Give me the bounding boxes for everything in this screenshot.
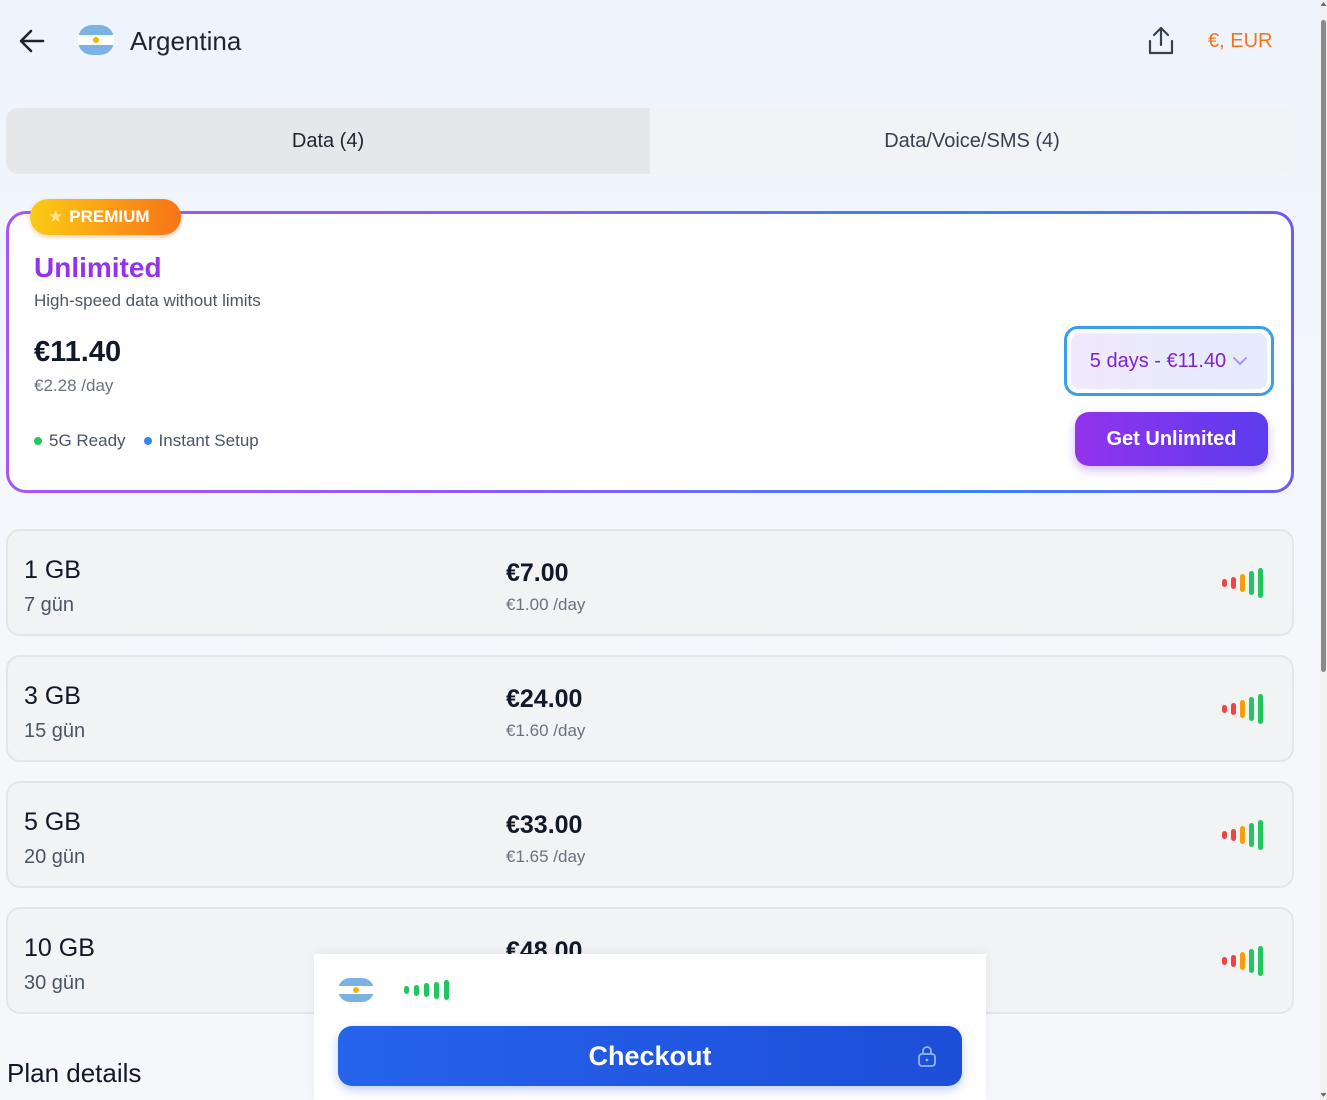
- premium-plan-per-day: €2.28 /day: [34, 376, 114, 395]
- chevron-down-icon: [1233, 357, 1248, 366]
- signal-bar: [1222, 831, 1227, 839]
- signal-bar: [1249, 571, 1254, 595]
- premium-plan-card: Unlimited High-speed data without limits…: [6, 211, 1294, 493]
- scroll-down-arrow-icon[interactable]: [1320, 1090, 1327, 1100]
- signal-bar: [1222, 957, 1227, 965]
- signal-strength-icon: [1222, 820, 1263, 850]
- plan-duration: 7 gün: [24, 594, 75, 616]
- checkout-label: Checkout: [588, 1040, 712, 1071]
- signal-bar: [1240, 952, 1245, 970]
- checkout-panel: Checkout: [314, 954, 986, 1100]
- signal-bar: [1240, 826, 1245, 844]
- signal-bar: [1240, 574, 1245, 592]
- premium-badge: ★ PREMIUM: [30, 199, 181, 235]
- signal-bar: [1240, 700, 1245, 718]
- argentina-flag: [338, 978, 374, 1002]
- arrow-left-icon: [19, 29, 45, 53]
- signal-bar: [424, 983, 429, 997]
- signal-bar: [414, 984, 419, 996]
- checkout-button[interactable]: Checkout: [338, 1026, 962, 1086]
- plan-per-day: €1.00 /day: [506, 595, 586, 614]
- signal-bar: [1231, 829, 1236, 841]
- feature-instant-setup: Instant Setup: [143, 431, 259, 451]
- duration-select-inner: 5 days - €11.40: [1071, 333, 1267, 389]
- premium-card-body: Unlimited High-speed data without limits…: [9, 214, 1291, 490]
- header-bar: Argentina €, EUR: [0, 0, 1310, 84]
- back-button[interactable]: [16, 24, 50, 58]
- plan-price: €24.00: [506, 685, 583, 713]
- plan-duration: 30 gün: [24, 972, 86, 994]
- premium-features: 5G Ready Instant Setup: [34, 431, 259, 451]
- star-icon: ★: [48, 207, 64, 226]
- plan-data-amount: 1 GB: [24, 556, 81, 584]
- plan-duration: 20 gün: [24, 846, 86, 868]
- signal-bar: [1258, 820, 1263, 850]
- scrollbar-thumb[interactable]: [1321, 20, 1326, 672]
- signal-bar: [1231, 703, 1236, 715]
- plan-price: €7.00: [506, 559, 569, 587]
- duration-select-value: 5 days - €11.40: [1089, 349, 1227, 372]
- signal-strength-icon: [1222, 568, 1263, 598]
- plan-type-tabs: Data (4) Data/Voice/SMS (4): [6, 108, 1294, 174]
- signal-strength-icon: [1222, 694, 1263, 724]
- page-title: Argentina: [130, 26, 242, 56]
- lock-icon: [918, 1046, 936, 1067]
- duration-select[interactable]: 5 days - €11.40: [1064, 326, 1274, 396]
- signal-strength-icon: [404, 980, 449, 1000]
- plan-row-1gb[interactable]: 1 GB 7 gün €7.00 €1.00 /day: [6, 529, 1294, 636]
- share-icon: [1148, 26, 1174, 55]
- plan-per-day: €1.60 /day: [506, 721, 586, 740]
- signal-bar: [1222, 705, 1227, 713]
- get-unlimited-button[interactable]: Get Unlimited: [1075, 412, 1268, 466]
- signal-bar: [1258, 568, 1263, 598]
- signal-bar: [1231, 577, 1236, 589]
- tab-data-voice-sms[interactable]: Data/Voice/SMS (4): [650, 108, 1294, 174]
- argentina-flag: [78, 25, 114, 55]
- tab-data[interactable]: Data (4): [6, 108, 650, 174]
- plan-row-3gb[interactable]: 3 GB 15 gün €24.00 €1.60 /day: [6, 655, 1294, 762]
- blue-dot-icon: [143, 437, 152, 445]
- signal-bar: [1222, 579, 1227, 587]
- plan-duration: 15 gün: [24, 720, 86, 742]
- signal-bar: [1231, 955, 1236, 967]
- signal-bar: [434, 981, 439, 999]
- plan-price: €33.00: [506, 811, 583, 839]
- signal-bar: [1249, 949, 1254, 973]
- green-dot-icon: [34, 437, 42, 445]
- signal-bar: [444, 980, 449, 1000]
- feature-label: 5G Ready: [49, 431, 126, 450]
- premium-badge-label: PREMIUM: [69, 207, 150, 226]
- premium-plan-description: High-speed data without limits: [34, 291, 261, 310]
- plan-data-amount: 10 GB: [24, 934, 95, 962]
- signal-bar: [1258, 694, 1263, 724]
- currency-selector[interactable]: €, EUR: [1208, 30, 1272, 53]
- premium-plan-price: €11.40: [34, 336, 122, 368]
- signal-bar: [404, 986, 409, 994]
- signal-bar: [1249, 697, 1254, 721]
- scroll-up-arrow-icon[interactable]: [1320, 0, 1327, 8]
- signal-bar: [1258, 946, 1263, 976]
- plan-per-day: €1.65 /day: [506, 847, 586, 866]
- feature-5g: 5G Ready: [34, 431, 126, 451]
- plan-row-5gb[interactable]: 5 GB 20 gün €33.00 €1.65 /day: [6, 781, 1294, 888]
- plan-data-amount: 5 GB: [24, 808, 81, 836]
- share-button[interactable]: [1144, 24, 1178, 58]
- feature-label: Instant Setup: [158, 431, 259, 450]
- signal-bar: [1249, 823, 1254, 847]
- plan-details-heading: Plan details: [7, 1058, 142, 1088]
- signal-strength-icon: [1222, 946, 1263, 976]
- premium-plan-name: Unlimited: [34, 252, 162, 283]
- plan-data-amount: 3 GB: [24, 682, 81, 710]
